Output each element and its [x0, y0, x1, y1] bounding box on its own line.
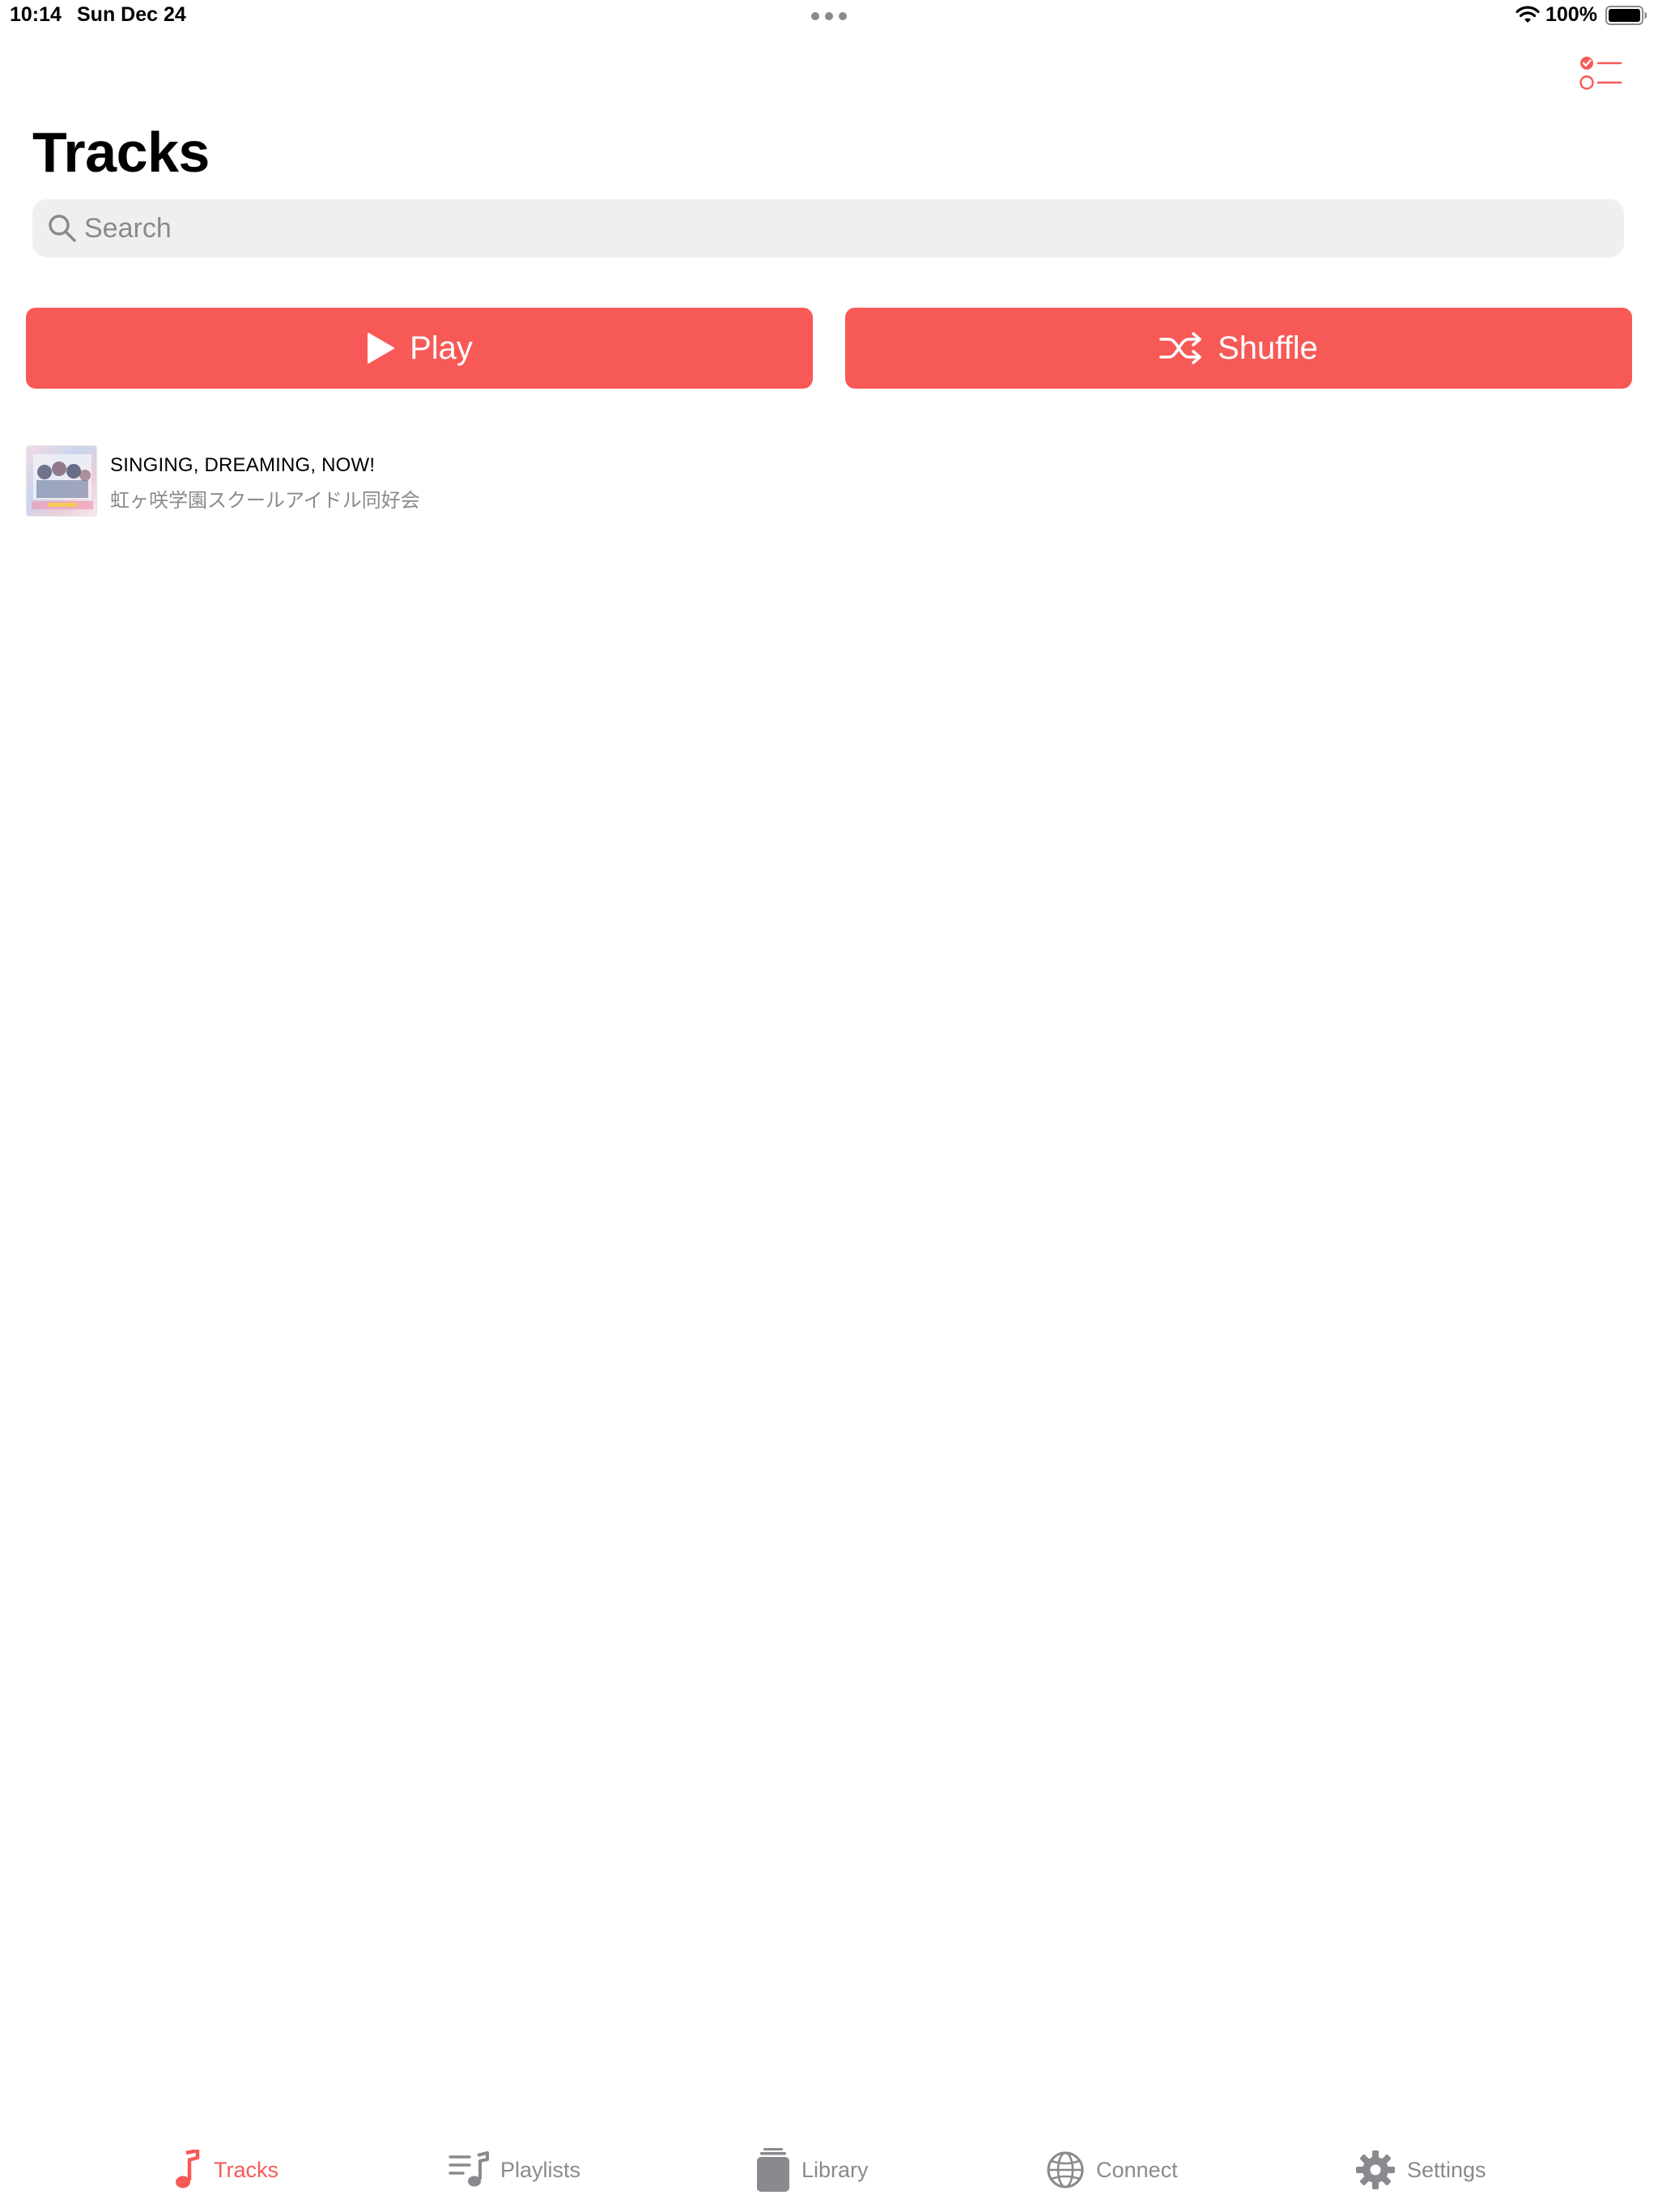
search-input[interactable]	[84, 199, 1606, 257]
search-icon	[49, 215, 76, 242]
tab-label: Tracks	[214, 2157, 278, 2182]
checklist-icon[interactable]	[1579, 53, 1622, 92]
app-screen: 10:14 Sun Dec 24 100% Tracks Search Play…	[0, 0, 1658, 2212]
globe-icon	[1047, 2151, 1084, 2189]
tab-label: Connect	[1096, 2157, 1178, 2182]
tab-connect[interactable]: Connect	[1046, 2146, 1178, 2194]
tab-library[interactable]: Library	[756, 2146, 869, 2194]
library-stack-icon	[757, 2148, 789, 2192]
shuffle-label: Shuffle	[1218, 330, 1318, 366]
battery-icon	[1605, 6, 1647, 25]
tab-label: Library	[801, 2157, 869, 2182]
status-time: 10:14	[10, 3, 62, 26]
track-artist: 虹ヶ咲学園スクールアイドル同好会	[110, 490, 420, 512]
playlist-icon	[449, 2151, 489, 2187]
status-bar: 10:14 Sun Dec 24 100%	[0, 0, 1658, 32]
album-art	[26, 445, 97, 517]
album-artwork-icon	[32, 454, 93, 509]
search-bar[interactable]	[32, 199, 1624, 257]
status-date: Sun Dec 24	[77, 3, 186, 26]
play-icon	[368, 333, 395, 364]
track-row[interactable]: SINGING, DREAMING, NOW! 虹ヶ咲学園スクールアイドル同好会	[26, 444, 1632, 520]
page-title: Tracks	[32, 121, 210, 184]
music-note-icon	[176, 2150, 200, 2189]
battery-percentage: 100%	[1545, 3, 1597, 26]
track-title: SINGING, DREAMING, NOW!	[110, 454, 376, 476]
tab-settings[interactable]: Settings	[1355, 2146, 1486, 2194]
tab-label: Playlists	[500, 2157, 581, 2182]
play-button[interactable]: Play	[26, 308, 813, 389]
tab-tracks[interactable]: Tracks	[170, 2146, 278, 2194]
tab-label: Settings	[1407, 2157, 1486, 2182]
shuffle-button[interactable]: Shuffle	[845, 308, 1632, 389]
tab-bar: Tracks Playlists Library Connect Setting…	[0, 2128, 1658, 2212]
gear-icon	[1356, 2150, 1395, 2189]
tab-playlists[interactable]: Playlists	[449, 2146, 580, 2194]
shuffle-icon	[1159, 332, 1201, 364]
wifi-icon	[1516, 6, 1540, 23]
play-label: Play	[410, 330, 473, 366]
multitasking-dots-icon[interactable]	[811, 12, 847, 20]
